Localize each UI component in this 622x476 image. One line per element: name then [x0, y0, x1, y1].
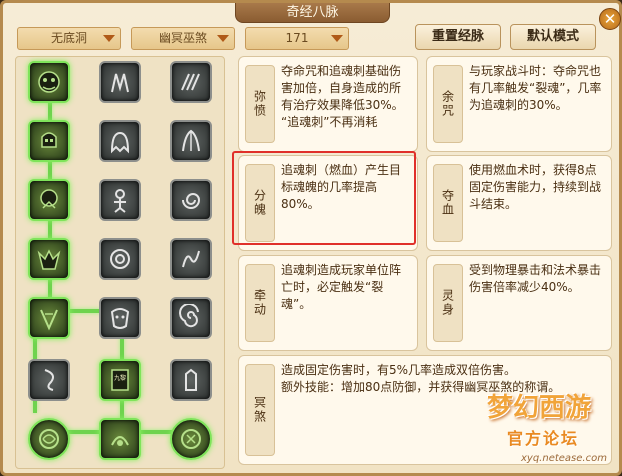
meridian-node-3-2[interactable]	[99, 179, 141, 221]
reset-meridian-button[interactable]: 重置经脉	[415, 24, 501, 50]
serpent-icon	[182, 250, 200, 268]
meridian-node-6-2[interactable]: 九黎	[99, 359, 141, 401]
school-dropdown-value: 幽冥巫煞	[158, 31, 207, 45]
meridian-node-3-3[interactable]	[170, 179, 212, 221]
meridian-node-4-3[interactable]	[170, 238, 212, 280]
meridian-name: 余咒	[433, 65, 463, 143]
vortex-icon	[110, 249, 130, 269]
meridian-name: 夺血	[433, 164, 463, 242]
demon-face-icon	[38, 71, 60, 93]
meridian-name: 冥煞	[245, 364, 275, 456]
chevron-down-icon	[217, 35, 229, 42]
meridian-node-7-3[interactable]	[170, 418, 212, 460]
qijing-bamai-window: 奇经八脉 ✕ 无底洞 幽冥巫煞 171 重置经脉 默认模式 九黎 弥愤 夺命咒和…	[0, 0, 622, 476]
spirit-hand-icon	[111, 73, 129, 93]
meridian-name: 牵动	[245, 264, 275, 342]
horn-icon	[182, 129, 200, 152]
tome-icon: 九黎	[111, 369, 129, 391]
level-dropdown-value: 171	[285, 31, 309, 45]
meridian-node-6-3[interactable]	[170, 359, 212, 401]
chevron-down-icon	[103, 35, 115, 42]
meridian-node-5-2[interactable]	[99, 297, 141, 339]
meridian-description: 使用燃血术时，获得8点固定伤害能力，持续到战斗结束。	[469, 163, 602, 211]
meridian-node-2-3[interactable]	[170, 120, 212, 162]
skull-icon	[41, 132, 57, 148]
description-card: 分魄 追魂刺（燃血）产生目标魂魄的几率提高80%。	[238, 155, 418, 251]
meridian-node-4-1[interactable]	[28, 238, 70, 280]
faction-dropdown-value: 无底洞	[50, 31, 87, 45]
dragon-coil-icon	[181, 429, 201, 449]
meridian-node-7-2[interactable]	[99, 418, 141, 460]
spirit-blast-icon	[111, 436, 129, 446]
default-mode-button[interactable]: 默认模式	[510, 24, 596, 50]
meridian-node-7-1[interactable]	[28, 418, 70, 460]
tower-icon	[185, 368, 197, 391]
ghost-icon	[110, 131, 130, 154]
description-card: 夺血 使用燃血术时，获得8点固定伤害能力，持续到战斗结束。	[426, 155, 612, 251]
meridian-description: 夺命咒和追魂刺基础伤害加倍，自身造成的所有治疗效果降低30%。 “追魂刺”不再消…	[281, 64, 404, 129]
figure-icon	[114, 189, 126, 213]
level-dropdown[interactable]: 171	[245, 27, 349, 50]
meridian-node-5-1[interactable]	[28, 297, 70, 339]
meridian-description: 造成固定伤害时，有5%几率造成双倍伤害。 额外技能：增加80点防御，并获得幽冥巫…	[281, 363, 561, 394]
meridian-name: 分魄	[245, 164, 275, 242]
swirl-icon	[182, 193, 201, 209]
meridian-node-1-2[interactable]	[99, 61, 141, 103]
claw-icon	[181, 73, 200, 91]
description-card-wide: 冥煞 造成固定伤害时，有5%几率造成双倍伤害。 额外技能：增加80点防御，并获得…	[238, 355, 612, 465]
meridian-description: 受到物理暴击和法术暴击伤害倍率减少40%。	[469, 263, 602, 294]
meridian-description: 与玩家战斗时：夺命咒也有几率触发“裂魂”，几率为追魂刺的30%。	[469, 64, 602, 112]
tome-label: 九黎	[114, 374, 126, 382]
meridian-node-2-2[interactable]	[99, 120, 141, 162]
faction-dropdown[interactable]: 无底洞	[17, 27, 121, 50]
wraith-icon	[40, 189, 58, 209]
close-button[interactable]: ✕	[599, 8, 621, 30]
meridian-name: 灵身	[433, 264, 463, 342]
fang-icon	[40, 309, 58, 331]
meridian-description: 追魂刺（燃血）产生目标魂魄的几率提高80%。	[281, 163, 402, 211]
meridian-node-6-1[interactable]	[28, 359, 70, 401]
description-card: 弥愤 夺命咒和追魂刺基础伤害加倍，自身造成的所有治疗效果降低30%。 “追魂刺”…	[238, 56, 418, 152]
meridian-node-2-1[interactable]	[28, 120, 70, 162]
hook-icon	[44, 369, 54, 391]
meridian-description: 追魂刺造成玩家单位阵亡时，必定触发“裂魂”。	[281, 263, 402, 311]
spiral-icon	[179, 304, 199, 328]
school-dropdown[interactable]: 幽冥巫煞	[131, 27, 235, 50]
meridian-node-1-3[interactable]	[170, 61, 212, 103]
meridian-name: 弥愤	[245, 65, 275, 143]
description-card: 余咒 与玩家战斗时：夺命咒也有几率触发“裂魂”，几率为追魂刺的30%。	[426, 56, 612, 152]
meridian-node-4-2[interactable]	[99, 238, 141, 280]
beast-head-icon	[37, 249, 61, 270]
meridian-node-3-1[interactable]	[28, 179, 70, 221]
mask-icon	[110, 308, 130, 329]
chevron-down-icon	[331, 35, 343, 42]
meridian-node-5-3[interactable]	[170, 297, 212, 339]
description-card: 牵动 追魂刺造成玩家单位阵亡时，必定触发“裂魂”。	[238, 255, 418, 351]
meridian-node-1-1[interactable]	[28, 61, 70, 103]
description-card: 灵身 受到物理暴击和法术暴击伤害倍率减少40%。	[426, 255, 612, 351]
window-title: 奇经八脉	[235, 3, 390, 23]
serpent-coil-icon	[39, 429, 59, 449]
